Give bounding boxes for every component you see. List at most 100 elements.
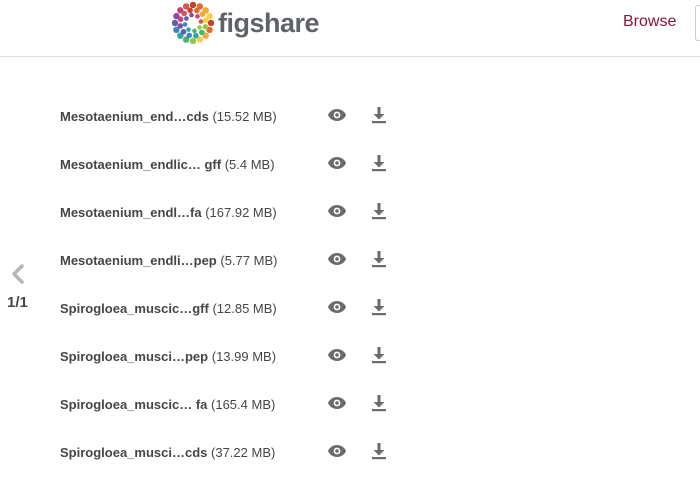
logo-dot [189, 2, 197, 9]
logo-dot [197, 25, 202, 30]
file-label[interactable]: Spirogloea_musci…pep (13.99 MB) [60, 349, 276, 364]
file-name: Spirogloea_muscic… [60, 301, 193, 316]
file-name: Mesotaenium_end… [60, 109, 187, 124]
file-list: Mesotaenium_end…cds (15.52 MB) Mesotaeniu… [60, 93, 400, 477]
logo-dot [195, 14, 200, 19]
site-header: figshare Browse [0, 0, 700, 57]
file-label[interactable]: Spirogloea_musci…cds (37.22 MB) [60, 445, 275, 460]
file-row: Spirogloea_musci…cds (37.22 MB) [60, 429, 400, 477]
download-button[interactable] [368, 250, 390, 272]
preview-button[interactable] [326, 442, 348, 464]
logo-dot [187, 7, 193, 14]
download-button[interactable] [368, 346, 390, 368]
download-icon [371, 442, 387, 465]
logo-dot [189, 37, 197, 44]
logo-dot [186, 32, 192, 39]
chevron-left-icon [12, 264, 24, 284]
preview-button[interactable] [326, 202, 348, 224]
download-icon [371, 250, 387, 273]
logo-dot [199, 29, 205, 36]
logo-dot [198, 19, 204, 24]
download-icon [371, 202, 387, 225]
file-extension: cds [184, 445, 208, 460]
logo-text: figshare [218, 8, 320, 38]
file-name: Spirogloea_muscic… [60, 397, 193, 412]
logo-dot [202, 24, 209, 30]
file-size: (5.4 MB) [224, 157, 275, 172]
eye-icon [327, 108, 347, 127]
logo-dot [186, 27, 191, 32]
download-button[interactable] [368, 394, 390, 416]
figshare-logo-mark [172, 2, 214, 44]
file-size: (12.85 MB) [212, 301, 277, 316]
file-extension: gff [192, 301, 209, 316]
eye-icon [327, 444, 347, 463]
download-button[interactable] [368, 298, 390, 320]
browse-link[interactable]: Browse [623, 13, 676, 31]
file-label[interactable]: Mesotaenium_endlic… gff (5.4 MB) [60, 157, 275, 172]
logo-dot [192, 28, 197, 34]
file-size: (167.92 MB) [205, 205, 277, 220]
preview-button[interactable] [326, 394, 348, 416]
figshare-logo[interactable]: figshare [172, 2, 320, 44]
download-button[interactable] [368, 202, 390, 224]
download-icon [371, 154, 387, 177]
download-icon [371, 298, 387, 321]
file-extension: cds [186, 109, 209, 124]
file-row: Mesotaenium_endlic… gff (5.4 MB) [60, 141, 400, 189]
logo-dot [189, 12, 194, 18]
file-size: (5.77 MB) [220, 253, 278, 268]
file-label[interactable]: Mesotaenium_endl…fa (167.92 MB) [60, 205, 277, 220]
file-name: Mesotaenium_endli… [60, 253, 194, 268]
file-extension: pep [184, 349, 209, 364]
eye-icon [327, 348, 347, 367]
logo-dot [199, 11, 206, 17]
eye-icon [327, 156, 347, 175]
preview-button[interactable] [326, 346, 348, 368]
file-label[interactable]: Spirogloea_muscic… fa (165.4 MB) [60, 397, 275, 412]
file-size: (37.22 MB) [211, 445, 276, 460]
file-label[interactable]: Mesotaenium_end…cds (15.52 MB) [60, 109, 277, 124]
logo-dot [182, 22, 188, 27]
download-button[interactable] [368, 154, 390, 176]
logo-dot [202, 17, 209, 23]
logo-dot [177, 23, 184, 29]
eye-icon [327, 204, 347, 223]
download-button[interactable] [368, 106, 390, 128]
file-row: Mesotaenium_endl…fa (167.92 MB) [60, 189, 400, 237]
file-extension: gff [200, 157, 222, 172]
file-label[interactable]: Spirogloea_muscic…gff (12.85 MB) [60, 301, 277, 316]
eye-icon [327, 252, 347, 271]
eye-icon [327, 396, 347, 415]
download-icon [371, 106, 387, 129]
logo-dot [207, 19, 214, 27]
file-name: Mesotaenium_endl… [60, 205, 191, 220]
preview-button[interactable] [326, 154, 348, 176]
file-row: Mesotaenium_end…cds (15.52 MB) [60, 93, 400, 141]
logo-dot [194, 7, 200, 14]
file-row: Spirogloea_musci…pep (13.99 MB) [60, 333, 400, 381]
logo-dot [180, 29, 187, 35]
file-size: (13.99 MB) [211, 349, 277, 364]
logo-dot [181, 10, 187, 17]
file-extension: fa [190, 205, 202, 220]
eye-icon [327, 300, 347, 319]
file-extension: pep [193, 253, 217, 268]
header-search-box[interactable] [695, 5, 700, 41]
logo-dot [193, 32, 199, 39]
file-row: Spirogloea_muscic… fa (165.4 MB) [60, 381, 400, 429]
preview-button[interactable] [326, 106, 348, 128]
logo-dot [172, 19, 179, 27]
download-icon [371, 394, 387, 417]
file-size: (15.52 MB) [212, 109, 277, 124]
file-label[interactable]: Mesotaenium_endli…pep (5.77 MB) [60, 253, 277, 268]
file-name: Mesotaenium_endlic… [60, 157, 201, 172]
preview-button[interactable] [326, 298, 348, 320]
file-row: Spirogloea_muscic…gff (12.85 MB) [60, 285, 400, 333]
download-button[interactable] [368, 442, 390, 464]
file-name: Spirogloea_musci… [60, 445, 185, 460]
logo-dot [177, 16, 184, 22]
file-extension: fa [192, 397, 208, 412]
preview-button[interactable] [326, 250, 348, 272]
previous-page-button[interactable] [10, 264, 26, 284]
